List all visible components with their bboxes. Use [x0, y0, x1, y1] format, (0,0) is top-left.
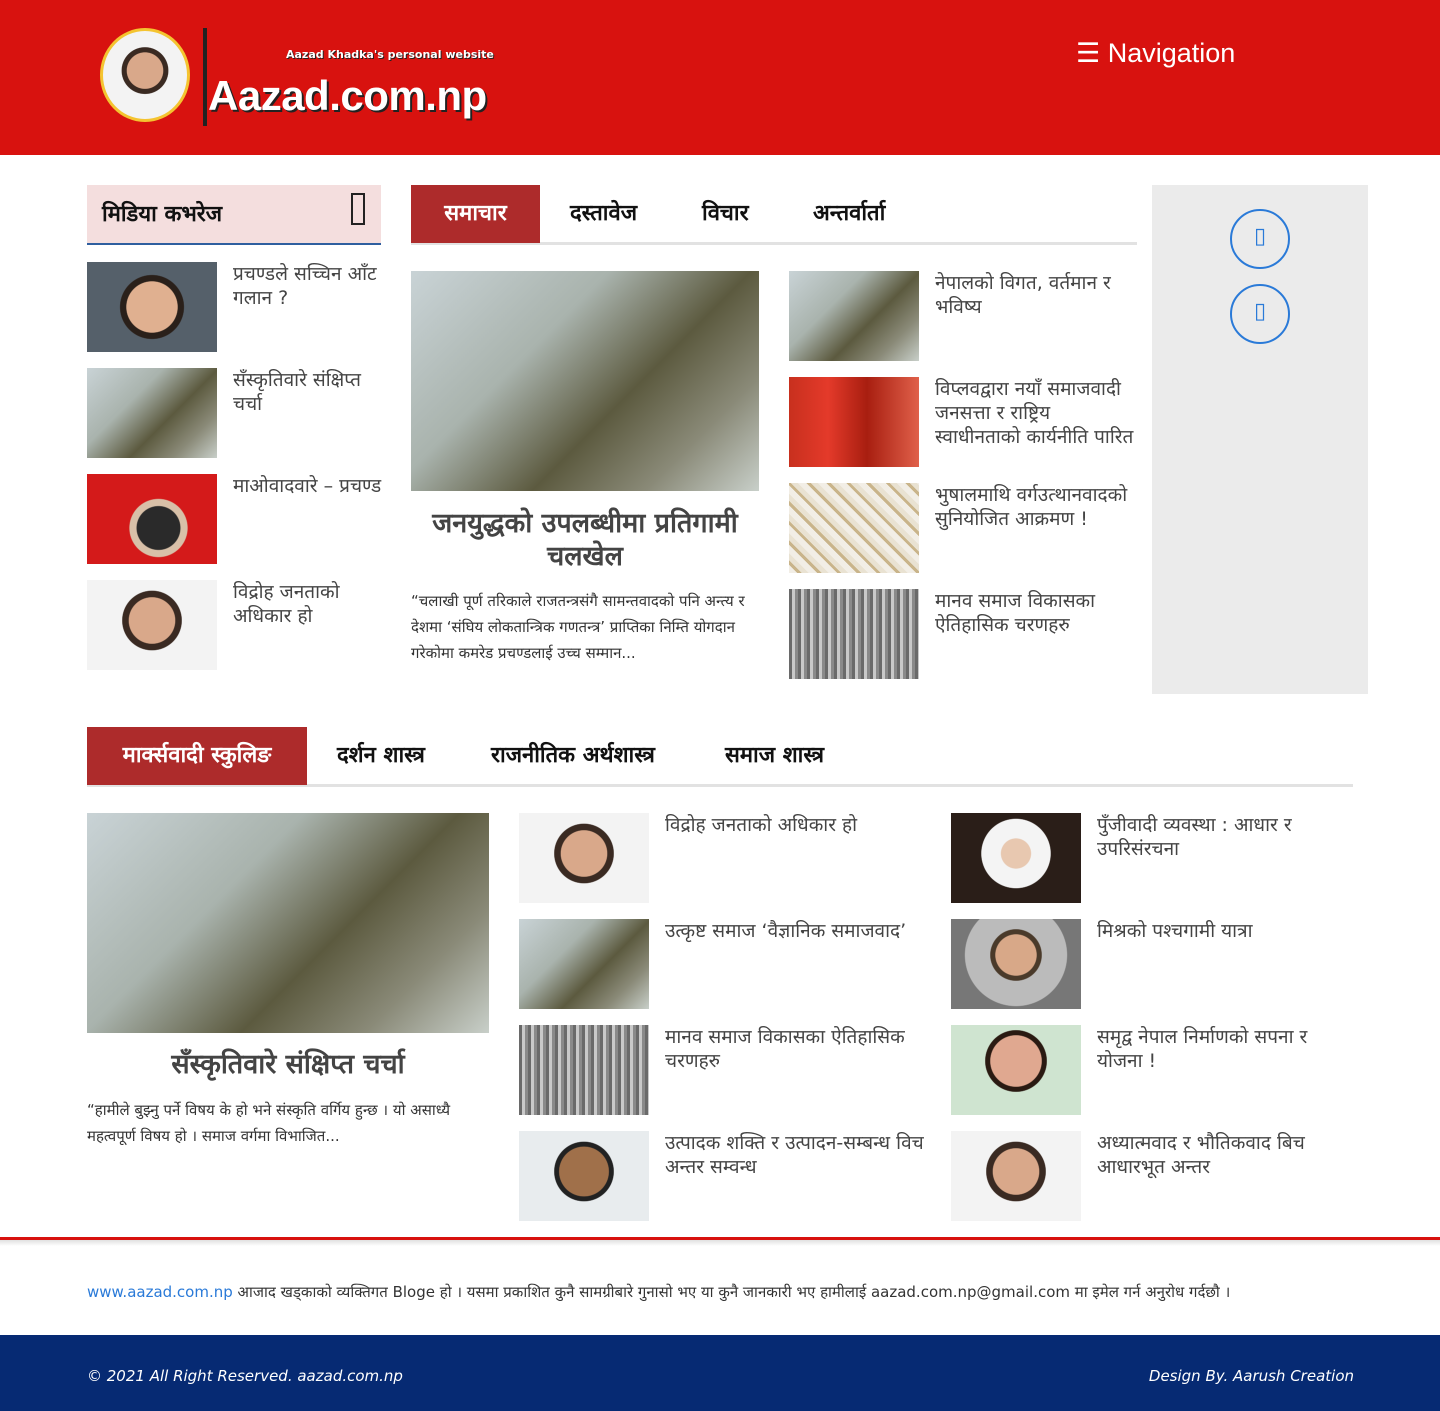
footer-description: आजाद खड्काको व्यक्तिगत Bloge हो । यसमा प…: [232, 1283, 1231, 1301]
sidebar-item-title[interactable]: विद्रोह जनताको अधिकार हो: [233, 580, 383, 628]
sidebar-item-title[interactable]: प्रचण्डले सच्चिन आँट गलान ?: [233, 262, 383, 310]
tab-political-economy[interactable]: राजनीतिक अर्थशास्त्र: [491, 727, 655, 785]
news-tabs: समाचार दस्तावेज विचार अन्तर्वार्ता: [411, 185, 1137, 245]
schooling-thumb[interactable]: [519, 1025, 649, 1115]
schooling-item-title[interactable]: पुँजीवादी व्यवस्था : आधार र उपरिसंरचना: [1097, 813, 1337, 861]
social-panel: ▯ ▯: [1152, 185, 1368, 694]
tab-sociology[interactable]: समाज शास्त्र: [725, 727, 824, 785]
news-item-title[interactable]: नेपालको विगत, वर्तमान र भविष्य: [935, 271, 1137, 319]
navigation-button[interactable]: ☰ Navigation: [1076, 38, 1235, 69]
schooling-thumb[interactable]: [951, 1131, 1081, 1221]
schooling-item-title[interactable]: विद्रोह जनताको अधिकार हो: [665, 813, 927, 837]
design-credit[interactable]: Design By. Aarush Creation: [1149, 1367, 1354, 1385]
featured-news-excerpt: “चलाखी पूर्ण तरिकाले राजतन्त्रसंगै सामन्…: [411, 592, 745, 662]
logo-avatar[interactable]: [100, 28, 190, 122]
schooling-item-title[interactable]: उत्कृष्ट समाज ‘वैज्ञानिक समाजवाद’: [665, 919, 927, 943]
logo-divider: [203, 28, 207, 126]
news-thumb[interactable]: [789, 271, 919, 361]
logo-subtitle: Aazad Khadka's personal website: [286, 48, 494, 61]
news-item-title[interactable]: विप्लवद्वारा नयाँ समाजवादी जनसत्ता र राष…: [935, 377, 1139, 449]
tab-news[interactable]: समाचार: [411, 185, 540, 243]
schooling-thumb[interactable]: [951, 1025, 1081, 1115]
schooling-thumb[interactable]: [951, 919, 1081, 1009]
site-logo[interactable]: Aazad.com.np: [208, 72, 487, 120]
schooling-item-title[interactable]: अध्यात्मवाद र भौतिकवाद बिच आधारभूत अन्तर: [1097, 1131, 1337, 1179]
sidebar-thumb[interactable]: [87, 474, 217, 564]
footer-info: www.aazad.com.np आजाद खड्काको व्यक्तिगत …: [87, 1282, 1230, 1302]
tab-documents[interactable]: दस्तावेज: [570, 185, 637, 243]
sidebar-item-title[interactable]: माओवादवारे – प्रचण्ड: [233, 474, 388, 498]
news-item-title[interactable]: मानव समाज विकासका ऐतिहासिक चरणहरु: [935, 589, 1137, 637]
news-thumb[interactable]: [789, 377, 919, 467]
sidebar-thumb[interactable]: [87, 580, 217, 670]
sidebar-thumb[interactable]: [87, 262, 217, 352]
site-header: Aazad Khadka's personal website Aazad.co…: [0, 0, 1440, 155]
schooling-item-title[interactable]: उत्पादक शक्ति र उत्पादन-सम्बन्ध विच अन्त…: [665, 1131, 927, 1179]
news-thumb[interactable]: [789, 589, 919, 679]
media-coverage-title: मिडिया कभरेज: [102, 202, 223, 227]
footer-site-link[interactable]: www.aazad.com.np: [87, 1283, 233, 1301]
media-coverage-icon: [351, 193, 365, 225]
news-item-title[interactable]: भुषालमाथि वर्गउत्थानवादको सुनियोजित आक्र…: [935, 483, 1137, 531]
footer-shadow: [0, 1240, 1440, 1246]
twitter-icon[interactable]: ▯: [1230, 284, 1290, 344]
news-thumb[interactable]: [789, 483, 919, 573]
featured-schooling-excerpt: “हामीले बुझ्नु पर्ने विषय के हो भने संस्…: [87, 1101, 451, 1145]
tab-opinion[interactable]: विचार: [702, 185, 749, 243]
featured-schooling-image[interactable]: [87, 813, 489, 1033]
tab-interview[interactable]: अन्तर्वार्ता: [813, 185, 885, 243]
bottom-bar: © 2021 All Right Reserved. aazad.com.np …: [0, 1335, 1440, 1411]
media-coverage-header: मिडिया कभरेज: [87, 185, 381, 245]
facebook-icon[interactable]: ▯: [1230, 209, 1290, 269]
schooling-item-title[interactable]: मानव समाज विकासका ऐतिहासिक चरणहरु: [665, 1025, 927, 1073]
featured-news-title[interactable]: जनयुद्धको उपलब्धीमा प्रतिगामी चलखेल: [411, 507, 759, 573]
sidebar-thumb[interactable]: [87, 368, 217, 458]
featured-news-image[interactable]: [411, 271, 759, 491]
schooling-thumb[interactable]: [519, 1131, 649, 1221]
tab-marxist-schooling[interactable]: मार्क्सवादी स्कुलिङ: [87, 727, 307, 785]
schooling-item-title[interactable]: समृद्व नेपाल निर्माणको सपना र योजना !: [1097, 1025, 1337, 1073]
sidebar-item-title[interactable]: सँस्कृतिवारे संक्षिप्त चर्चा: [233, 368, 383, 416]
featured-schooling-title[interactable]: सँस्कृतिवारे संक्षिप्त चर्चा: [87, 1048, 489, 1081]
tab-philosophy[interactable]: दर्शन शास्त्र: [337, 727, 425, 785]
schooling-thumb[interactable]: [951, 813, 1081, 903]
schooling-thumb[interactable]: [519, 813, 649, 903]
copyright: © 2021 All Right Reserved. aazad.com.np: [87, 1367, 403, 1385]
schooling-item-title[interactable]: मिश्रको पश्चगामी यात्रा: [1097, 919, 1337, 943]
schooling-tabs: मार्क्सवादी स्कुलिङ दर्शन शास्त्र राजनीत…: [87, 727, 1353, 787]
schooling-thumb[interactable]: [519, 919, 649, 1009]
